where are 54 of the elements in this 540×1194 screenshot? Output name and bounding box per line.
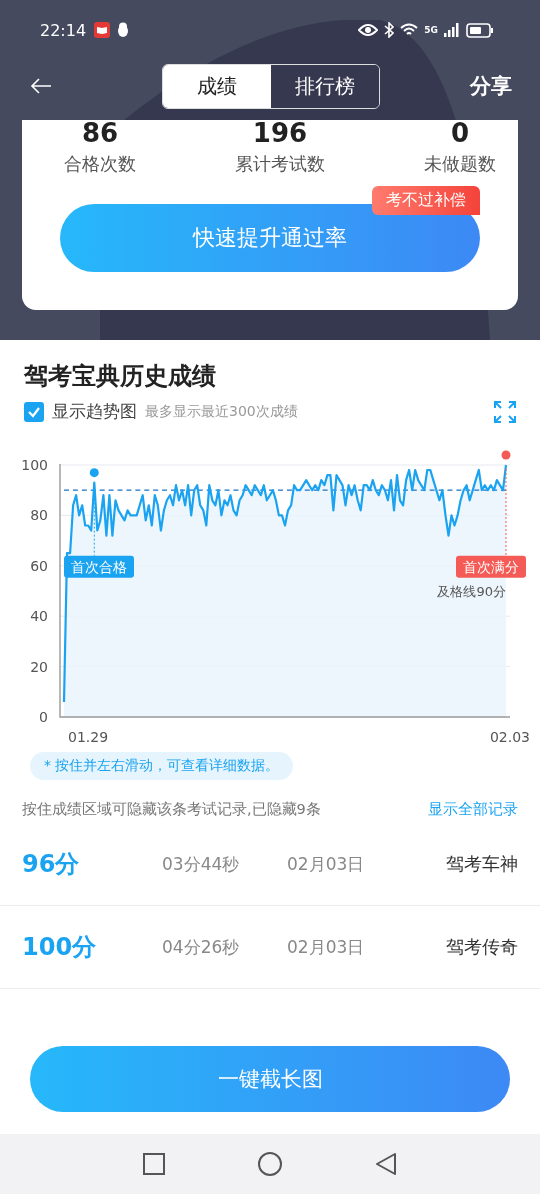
penguin-icon (116, 22, 131, 38)
annotation: 首次合格 (71, 558, 127, 575)
stat-label: 合格次数 (64, 152, 136, 176)
y-tick-label: 100 (21, 457, 48, 473)
stat-label: 累计考试数 (235, 152, 325, 176)
record-duration: 03分44秒 (162, 852, 241, 876)
trend-checkbox-label: 显示趋势图 (52, 400, 137, 423)
share-button[interactable]: 分享 (464, 71, 518, 101)
y-tick-label: 20 (30, 658, 48, 675)
compensation-badge: 考不过补偿 (372, 186, 480, 215)
marker-label: 首次满分 (456, 555, 526, 578)
book-app-icon (94, 22, 111, 38)
trend-checkbox[interactable] (24, 401, 44, 422)
network-type: 5G (424, 25, 438, 35)
record-title: 驾考车神 (446, 852, 518, 876)
tab[interactable]: 成绩 (163, 64, 271, 108)
hidden-records-note: 按住成绩区域可隐藏该条考试记录,已隐藏9条 (22, 800, 321, 819)
status-time: 22:14 (40, 20, 87, 40)
signal-icon (444, 23, 460, 37)
swipe-tip: * 按住并左右滑动，可查看详细数据。 (30, 752, 294, 780)
eye-icon (358, 24, 379, 36)
section-title: 驾考宝典历史成绩 (23, 361, 217, 392)
y-tick-label: 60 (30, 557, 48, 574)
pass-line-label: 及格线90分 (437, 584, 506, 600)
bluetooth-icon (384, 22, 395, 38)
back-arrow-icon[interactable] (30, 78, 52, 94)
y-tick-label: 0 (39, 709, 48, 725)
hint-text: 最多显示最近300次成绩 (145, 402, 298, 421)
record-date: 02月03日 (287, 852, 366, 876)
record-title: 驾考传奇 (446, 935, 518, 959)
stat-value: 196 (252, 120, 308, 146)
leader-line (93, 486, 95, 557)
marker-label: 首次合格 (64, 555, 134, 578)
home-icon[interactable] (257, 1151, 283, 1177)
battery-icon (466, 22, 494, 38)
marker-dot (89, 468, 99, 478)
check-icon (27, 405, 41, 418)
stat-label: 未做题数 (424, 152, 496, 176)
record-date: 02月03日 (287, 935, 366, 959)
marker-dot (501, 450, 511, 460)
record-duration: 04分26秒 (162, 935, 241, 959)
wifi-icon (400, 23, 419, 37)
fullscreen-icon[interactable] (494, 400, 516, 423)
recents-icon[interactable] (143, 1153, 165, 1175)
record-score: 96分 (22, 849, 81, 880)
back-icon[interactable] (375, 1152, 397, 1176)
record-score: 100分 (22, 932, 98, 963)
stat-value: 86 (81, 120, 119, 146)
x-tick-label: 01.29 (68, 729, 109, 745)
stat-value: 0 (450, 120, 470, 146)
y-tick-label: 40 (30, 608, 48, 625)
annotation: 首次满分 (463, 558, 519, 575)
y-tick-label: 80 (30, 507, 48, 524)
x-tick-label: 02.03 (489, 729, 530, 745)
